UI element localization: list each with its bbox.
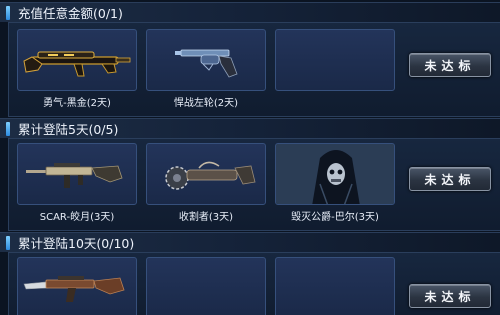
reward-label-2: 收割者(3天) xyxy=(178,212,234,223)
reward-panel: SCAR-皎月(3天) 收割者(3天) 毁灭公爵-巴尔(3天) 未达标 xyxy=(8,138,500,231)
reward-slot-3[interactable] xyxy=(275,257,395,315)
section-title-bar: 累计登陆10天(0/10) xyxy=(0,232,500,252)
reward-label-1: 勇气-黑金(2天) xyxy=(43,98,111,109)
reward-section-2: 累计登陆5天(0/5) SCAR-皎月(3天) 收割者(3天) 毁灭公爵-巴尔(… xyxy=(0,118,500,232)
reward-panel: 勇气-黑金(2天) 悍战左轮(2天) 未达标 xyxy=(8,22,500,117)
gold-shotgun-icon xyxy=(23,51,131,77)
reward-slot-2[interactable] xyxy=(146,143,266,205)
reward-panel: 未达标 xyxy=(8,252,500,315)
ak-rifle-icon xyxy=(23,276,125,302)
reward-slot-2[interactable] xyxy=(146,257,266,315)
reward-label-3: 毁灭公爵-巴尔(3天) xyxy=(291,212,379,223)
reward-label-1: SCAR-皎月(3天) xyxy=(39,212,115,223)
section-title-bar: 充值任意金额(0/1) xyxy=(0,2,500,22)
reward-label-2: 悍战左轮(2天) xyxy=(173,98,239,109)
section-marker xyxy=(6,122,10,136)
reward-slot-2[interactable] xyxy=(146,29,266,91)
claim-button[interactable]: 未达标 xyxy=(409,284,491,308)
claim-button[interactable]: 未达标 xyxy=(409,167,491,191)
hooded-skull-character-icon xyxy=(276,144,394,204)
revolver-icon xyxy=(175,49,238,78)
section-title: 累计登陆10天(0/10) xyxy=(18,236,135,251)
reward-slot-3[interactable] xyxy=(275,29,395,91)
reward-slot-1[interactable] xyxy=(17,257,137,315)
section-title: 累计登陆5天(0/5) xyxy=(18,122,119,137)
reward-section-1: 充值任意金额(0/1) 勇气-黑金(2天) 悍战左轮(2天) 未达标 xyxy=(0,0,500,118)
scar-rifle-icon xyxy=(26,163,123,188)
section-title: 充值任意金额(0/1) xyxy=(18,6,123,21)
reaper-saw-icon xyxy=(165,161,256,190)
section-marker xyxy=(6,6,10,20)
claim-button[interactable]: 未达标 xyxy=(409,53,491,77)
reward-slot-3[interactable] xyxy=(275,143,395,205)
reward-slot-1[interactable] xyxy=(17,29,137,91)
reward-section-3: 累计登陆10天(0/10) 未达标 xyxy=(0,232,500,315)
section-title-bar: 累计登陆5天(0/5) xyxy=(0,118,500,138)
reward-slot-1[interactable] xyxy=(17,143,137,205)
section-marker xyxy=(6,236,10,250)
